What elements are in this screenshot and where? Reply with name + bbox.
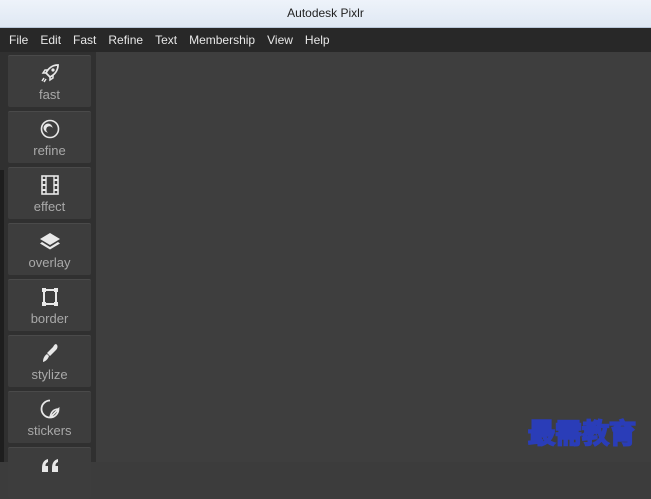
- frame-icon: [8, 285, 91, 309]
- watermark-text: 最需教育: [527, 418, 637, 451]
- layers-icon: [8, 229, 91, 253]
- menu-file[interactable]: File: [9, 33, 28, 47]
- sticker-icon: [8, 397, 91, 421]
- rocket-icon: [8, 61, 91, 85]
- menu-fast[interactable]: Fast: [73, 33, 96, 47]
- tool-stylize-button[interactable]: stylize: [8, 335, 91, 387]
- menu-help[interactable]: Help: [305, 33, 330, 47]
- tool-label-effect: effect: [33, 199, 66, 214]
- brush-icon: [8, 341, 91, 365]
- tool-fast-button[interactable]: fast: [8, 55, 91, 107]
- circles-icon: [8, 117, 91, 141]
- tool-overlay-button[interactable]: overlay: [8, 223, 91, 275]
- tool-label-border: border: [30, 311, 69, 326]
- tool-label-refine: refine: [33, 143, 66, 158]
- tool-refine-button[interactable]: refine: [8, 111, 91, 163]
- menu-edit[interactable]: Edit: [40, 33, 61, 47]
- menu-text[interactable]: Text: [155, 33, 177, 47]
- window-title: Autodesk Pixlr: [287, 6, 364, 20]
- tool-label-stylize: stylize: [31, 367, 68, 382]
- menu-bar: File Edit Fast Refine Text Membership Vi…: [0, 28, 651, 52]
- title-bar: Autodesk Pixlr: [0, 0, 651, 28]
- tool-border-button[interactable]: border: [8, 279, 91, 331]
- tool-stickers-button[interactable]: stickers: [8, 391, 91, 443]
- menu-refine[interactable]: Refine: [108, 33, 143, 47]
- tool-quote-button[interactable]: [8, 447, 91, 499]
- sidebar-edge: [0, 170, 4, 462]
- canvas-workspace[interactable]: [96, 52, 651, 462]
- menu-view[interactable]: View: [267, 33, 293, 47]
- tool-label-fast: fast: [39, 87, 60, 102]
- tool-sidebar: fast refine effect overlay border styliz…: [0, 52, 96, 499]
- tool-effect-button[interactable]: effect: [8, 167, 91, 219]
- tool-label-stickers: stickers: [27, 423, 72, 438]
- quote-icon: [8, 453, 91, 477]
- tool-label-overlay: overlay: [28, 255, 71, 270]
- film-icon: [8, 173, 91, 197]
- menu-membership[interactable]: Membership: [189, 33, 255, 47]
